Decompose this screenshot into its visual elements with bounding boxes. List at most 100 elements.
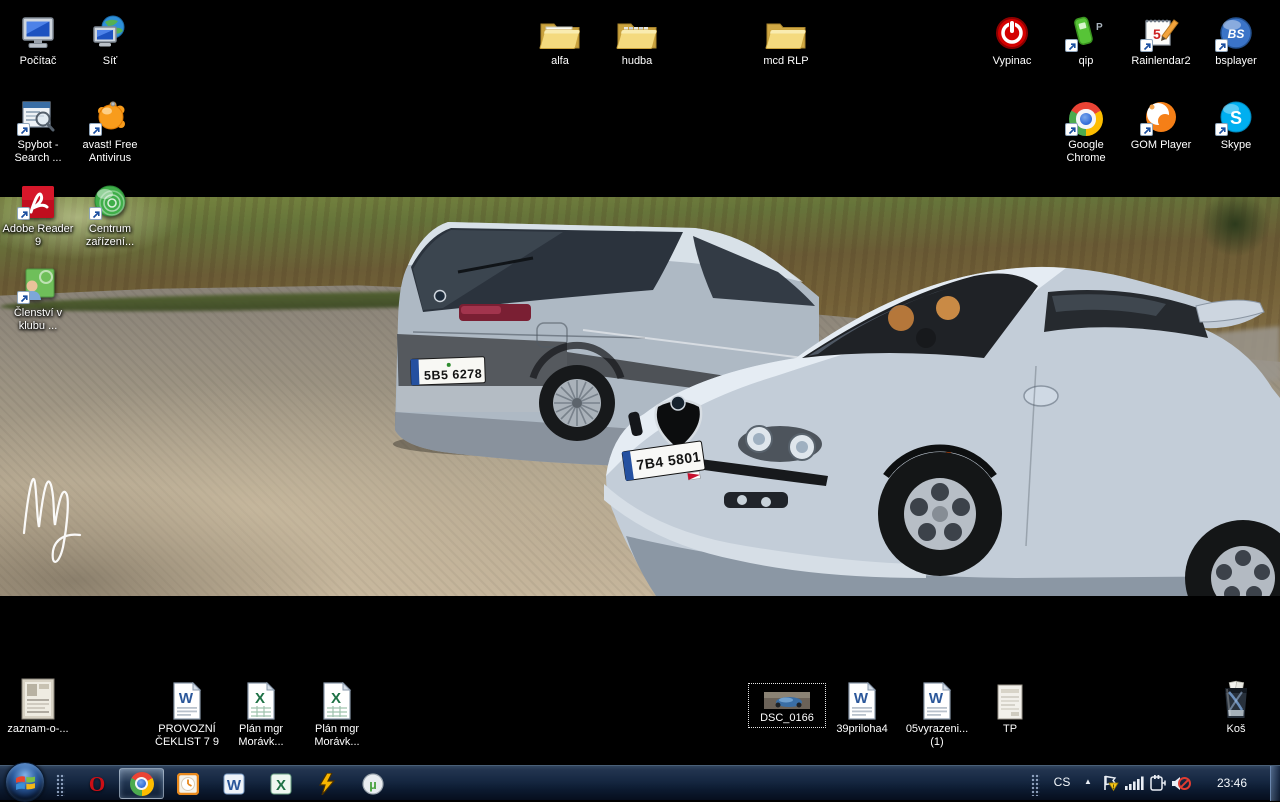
taskbar-utorrent-button[interactable]: µ: [361, 772, 385, 796]
excel-doc-icon: X: [314, 676, 360, 720]
icon-label: Adobe Reader 9: [0, 223, 76, 249]
taskbar-clock[interactable]: 23:46: [1200, 776, 1264, 790]
computer-icon: [15, 8, 61, 52]
show-hidden-icons-button[interactable]: ▲: [1084, 777, 1092, 786]
utorrent-icon: µ: [362, 773, 384, 795]
device-center-icon: [87, 176, 133, 220]
shortcut-arrow-icon: [1065, 123, 1078, 136]
volume-muted-icon[interactable]: [1171, 774, 1191, 793]
folder-icon: [763, 8, 809, 52]
desktop-icon-adobe-reader[interactable]: Adobe Reader 9: [0, 176, 76, 249]
icon-label: Počítač: [0, 55, 76, 68]
word-app-icon: W: [223, 773, 245, 795]
svg-text:W: W: [227, 777, 242, 794]
desktop-icon-avast[interactable]: avast! Free Antivirus: [72, 92, 148, 165]
folder-icon: [537, 8, 583, 52]
shortcut-arrow-icon: [1140, 123, 1153, 136]
desktop-icon-recycle-bin[interactable]: Koš: [1198, 676, 1274, 736]
desktop-icon-39priloha4[interactable]: W 39priloha4: [824, 676, 900, 736]
svg-text:W: W: [929, 690, 944, 707]
desktop-icon-plan-mgr-1[interactable]: X Plán mgr Morávk...: [223, 676, 299, 749]
svg-text:S: S: [1230, 108, 1242, 128]
language-indicator[interactable]: CS: [1049, 775, 1075, 789]
svg-text:BS: BS: [1228, 27, 1245, 41]
taskbar-winamp-button[interactable]: [315, 772, 339, 796]
shortcut-arrow-icon: [17, 291, 30, 304]
taskbar-chrome-button[interactable]: [119, 768, 164, 799]
desktop-icon-provozni-ceklist[interactable]: W PROVOZNÍ ČEKLIST 7 9: [149, 676, 225, 749]
shortcut-arrow-icon: [89, 123, 102, 136]
desktop-folder-alfa[interactable]: alfa: [522, 8, 598, 68]
icon-label: avast! Free Antivirus: [72, 139, 148, 165]
svg-text:X: X: [331, 690, 341, 707]
desktop-icon-05vyrazeni[interactable]: W 05vyrazeni... (1): [899, 676, 975, 749]
taskbar-opera-button[interactable]: O: [85, 772, 109, 796]
icon-label: mcd RLP: [748, 55, 824, 68]
taskbar-word-button[interactable]: W: [222, 772, 246, 796]
icon-label: Vypinac: [974, 55, 1050, 68]
desktop-icon-dsc-0166-selected[interactable]: DSC_0166: [749, 684, 825, 727]
license-plate-left: 5B5 6278: [424, 367, 483, 383]
network-signal-icon[interactable]: [1124, 774, 1144, 792]
shortcut-arrow-icon: [1065, 39, 1078, 52]
power-plug-icon[interactable]: [1149, 774, 1168, 793]
power-icon: [989, 8, 1035, 52]
icon-label: bsplayer: [1198, 55, 1274, 68]
desktop-icon-centrum-zarizeni[interactable]: Centrum zařízení...: [72, 176, 148, 249]
action-center-flag-icon[interactable]: !: [1101, 774, 1119, 792]
desktop-icon-plan-mgr-2[interactable]: X Plán mgr Morávk...: [299, 676, 375, 749]
desktop-icon-bsplayer[interactable]: BS bsplayer: [1198, 8, 1274, 68]
taskbar-clock-app-button[interactable]: [176, 772, 200, 796]
desktop-icon-clenstvi[interactable]: Členství v klubu ...: [0, 260, 76, 333]
icon-label: 39priloha4: [824, 723, 900, 736]
desktop-icon-google-chrome[interactable]: Google Chrome: [1048, 92, 1124, 165]
icon-label: Síť: [72, 55, 148, 68]
icon-label: Plán mgr Morávk...: [299, 723, 375, 749]
desktop-folder-hudba[interactable]: hudba: [599, 8, 675, 68]
shortcut-arrow-icon: [1140, 39, 1153, 52]
shortcut-arrow-icon: [1215, 39, 1228, 52]
chrome-icon: [1063, 92, 1109, 136]
desktop-icon-qip[interactable]: P qip: [1048, 8, 1124, 68]
qip-icon: P: [1063, 8, 1109, 52]
desktop-icon-skype[interactable]: S Skype: [1198, 92, 1274, 152]
desktop-icon-sit[interactable]: Síť: [72, 8, 148, 68]
desktop-icon-spybot[interactable]: Spybot - Search ...: [0, 92, 76, 165]
toolbar-grip[interactable]: [56, 774, 65, 796]
gom-icon: [1138, 92, 1184, 136]
svg-text:W: W: [179, 690, 194, 707]
desktop-icon-gom-player[interactable]: GOM Player: [1123, 92, 1199, 152]
icon-label: Plán mgr Morávk...: [223, 723, 299, 749]
wallpaper-photo: 5B5 6278: [0, 197, 1280, 596]
svg-text:µ: µ: [369, 777, 377, 792]
calendar-icon: 5: [1138, 8, 1184, 52]
folder-icon: [614, 8, 660, 52]
desktop-icon-pocitac[interactable]: Počítač: [0, 8, 76, 68]
desktop-icon-vypinac[interactable]: Vypinac: [974, 8, 1050, 68]
membership-doc-icon: [15, 260, 61, 304]
icon-label: Rainlendar2: [1123, 55, 1199, 68]
word-doc-icon: W: [839, 676, 885, 720]
avast-icon: [87, 92, 133, 136]
skype-icon: S: [1213, 92, 1259, 136]
desktop-folder-mcd-rlp[interactable]: mcd RLP: [748, 8, 824, 68]
clock-app-icon: [177, 773, 199, 795]
desktop-icon-zaznam[interactable]: zaznam-o-...: [0, 676, 76, 736]
icon-label: PROVOZNÍ ČEKLIST 7 9: [149, 723, 225, 749]
start-button[interactable]: [5, 762, 45, 802]
icon-label: Centrum zařízení...: [72, 223, 148, 249]
desktop-icon-rainlendar[interactable]: 5 Rainlendar2: [1123, 8, 1199, 68]
tray-toolbar-grip[interactable]: [1031, 774, 1040, 796]
desktop-icon-tp[interactable]: TP: [972, 676, 1048, 736]
word-doc-icon: W: [164, 676, 210, 720]
taskbar-excel-button[interactable]: X: [269, 772, 293, 796]
icon-label: Spybot - Search ...: [0, 139, 76, 165]
chrome-icon: [130, 772, 154, 796]
icon-label: 05vyrazeni... (1): [899, 723, 975, 749]
svg-text:W: W: [854, 690, 869, 707]
adobe-reader-icon: [15, 176, 61, 220]
icon-label: Koš: [1198, 723, 1274, 736]
icon-label: qip: [1048, 55, 1124, 68]
show-desktop-button[interactable]: [1270, 766, 1280, 801]
winamp-icon: [316, 773, 338, 795]
